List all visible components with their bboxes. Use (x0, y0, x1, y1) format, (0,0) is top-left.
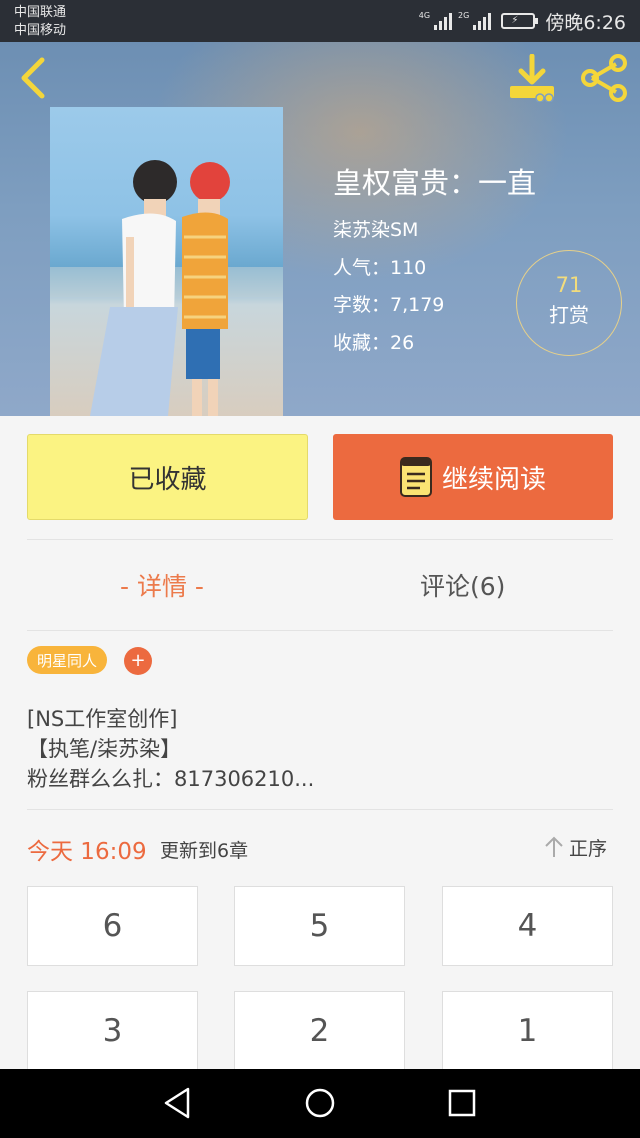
tab-details[interactable]: - 详情 - (120, 560, 204, 610)
book-icon (399, 457, 432, 497)
reward-button[interactable]: 71 打赏 (516, 250, 622, 356)
tab-comments[interactable]: 评论(6) (420, 560, 505, 610)
chapter-button[interactable]: 2 (234, 991, 405, 1071)
continue-reading-button[interactable]: 继续阅读 (333, 434, 613, 520)
chapter-button[interactable]: 3 (27, 991, 198, 1071)
description-line-3[interactable]: 粉丝群么么扎：817306210... (27, 763, 617, 793)
continue-reading-label: 继续阅读 (441, 464, 546, 495)
sort-order-button[interactable]: 正序 (543, 832, 607, 862)
reward-label: 打赏 (549, 303, 589, 327)
book-header: 皇权富贵：一直 柒苏染SM 人气：110 字数：7,179 收藏：26 71 打… (0, 42, 640, 416)
nav-home-icon[interactable] (300, 1083, 340, 1123)
signal-4g-icon: 4G (419, 12, 453, 30)
signal-2g-icon: 2G (458, 12, 492, 30)
word-count: 字数：7,179 (333, 294, 445, 316)
carrier-2: 中国移动 (14, 23, 67, 38)
chapter-button[interactable]: 4 (442, 886, 613, 966)
clock: 傍晚6:26 (545, 11, 626, 34)
arrow-up-icon (545, 836, 563, 857)
sort-order-label: 正序 (569, 837, 608, 860)
status-bar: 中国联通 中国移动 4G 2G ⚡ 傍晚6:26 (0, 0, 640, 42)
download-icon[interactable] (506, 54, 558, 102)
chapter-button[interactable]: 5 (234, 886, 405, 966)
reward-count: 71 (555, 273, 583, 297)
description-line-1: [NS工作室创作] (27, 707, 178, 731)
book-title: 皇权富贵：一直 (333, 166, 537, 200)
divider (27, 539, 613, 540)
add-tag-button[interactable]: + (124, 647, 152, 675)
battery-icon: ⚡ (501, 13, 539, 29)
favorited-button[interactable]: 已收藏 (27, 434, 308, 520)
back-arrow-icon[interactable] (14, 56, 54, 100)
status-right: 4G 2G ⚡ 傍晚6:26 (419, 0, 626, 42)
description-line-2: 【执笔/柒苏染】 (27, 737, 182, 761)
share-icon[interactable] (578, 52, 630, 104)
tag-chip[interactable]: 明星同人 (27, 646, 108, 674)
popularity: 人气：110 (333, 257, 427, 279)
divider (27, 630, 613, 631)
author-name[interactable]: 柒苏染SM (333, 215, 418, 242)
carrier-1: 中国联通 (14, 5, 67, 20)
nav-recents-icon[interactable] (442, 1083, 482, 1123)
favorited-label: 已收藏 (128, 464, 207, 495)
book-cover-image[interactable] (50, 107, 283, 416)
update-text: 更新到6章 (160, 840, 249, 862)
update-time: 今天 16:09 (27, 839, 147, 865)
system-nav-bar (0, 1069, 640, 1138)
chapter-button[interactable]: 1 (442, 991, 613, 1071)
chapter-button[interactable]: 6 (27, 886, 198, 966)
favorite-count: 收藏：26 (333, 332, 415, 354)
nav-back-icon[interactable] (158, 1083, 198, 1123)
divider (27, 809, 613, 810)
